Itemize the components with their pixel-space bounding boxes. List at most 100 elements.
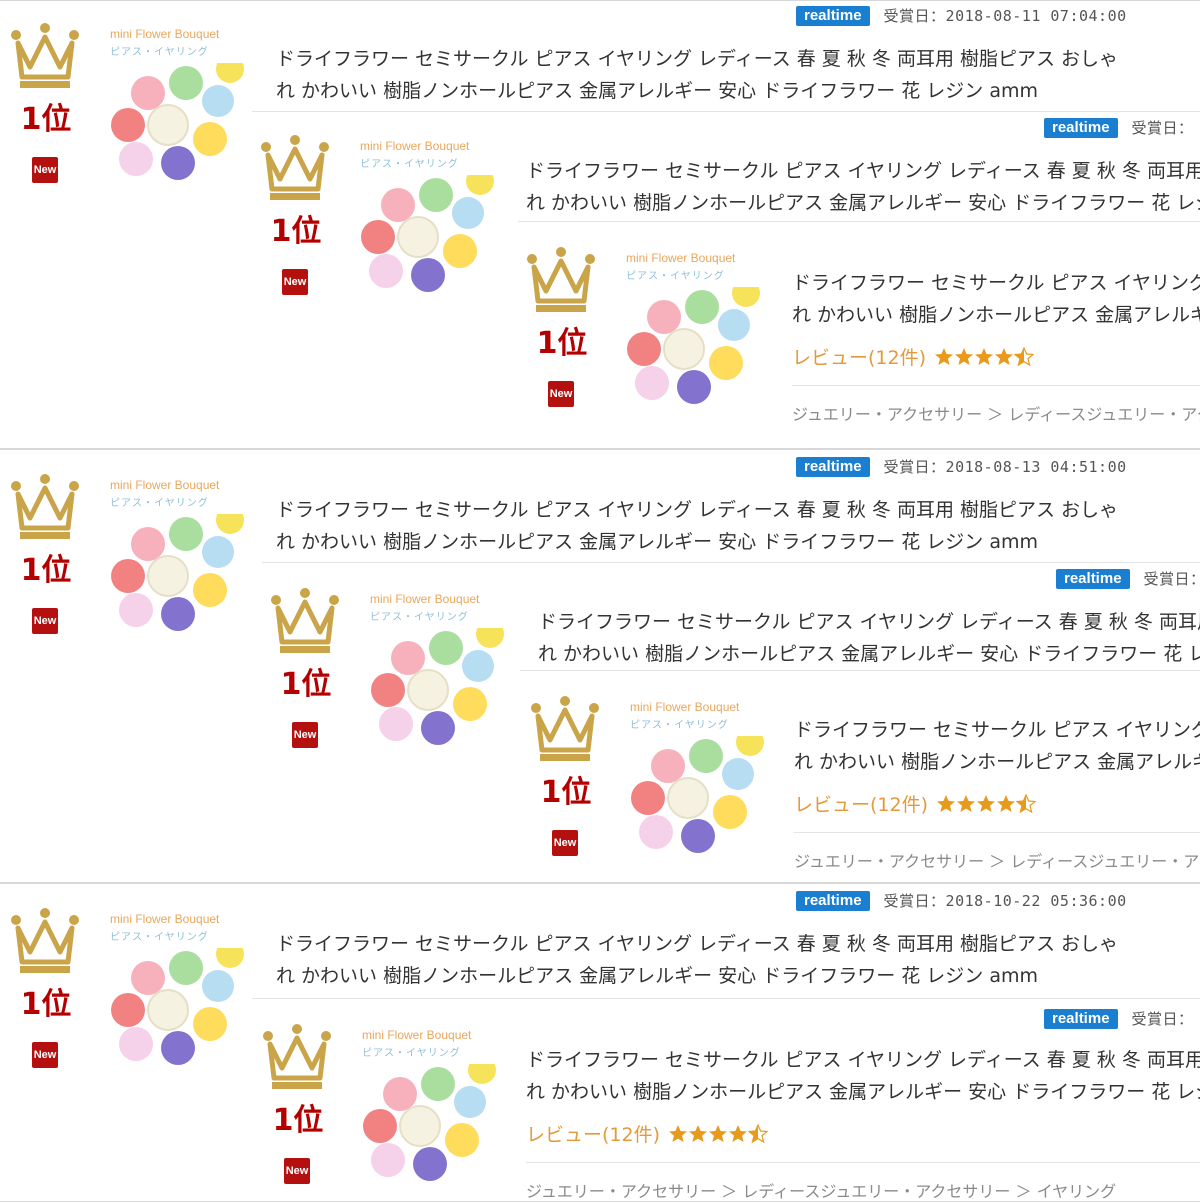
realtime-badge: realtime — [796, 456, 870, 477]
rank-label: 1位 — [270, 214, 322, 249]
crown-icon — [526, 247, 596, 317]
half-star-icon — [1014, 347, 1034, 367]
thumbnail-subtitle: ピアス・イヤリング — [362, 1048, 461, 1059]
category-breadcrumb[interactable]: ジュエリー・アクセサリー ＞ レディースジュエリー・アクセサリー ＞ イヤリング — [794, 848, 1200, 872]
rank-label: 1位 — [272, 1103, 324, 1138]
crown-icon — [10, 474, 80, 544]
product-title-link[interactable]: ドライフラワー セミサークル ピアス イヤリング レディース 春 夏 秋 冬 両… — [276, 43, 1176, 107]
product-thumbnail[interactable]: mini Flower Bouquet ピアス・イヤリング — [366, 588, 516, 748]
thumbnail-subtitle: ピアス・イヤリング — [110, 932, 209, 943]
product-title-line2: れ かわいい 樹脂ノンホールピアス 金属アレルギー 安心 ドライフラワー 花 レ… — [526, 192, 1200, 214]
product-title-line1: ドライフラワー セミサークル ピアス イヤリング レディース 春 夏 秋 冬 両… — [792, 272, 1200, 294]
product-title-line1: ドライフラワー セミサークル ピアス イヤリング レディース 春 夏 秋 冬 両… — [526, 160, 1200, 182]
new-badge: New — [284, 1158, 310, 1184]
rank-label: 1位 — [280, 667, 332, 702]
category-breadcrumb[interactable]: ジュエリー・アクセサリー ＞ レディースジュエリー・アクセサリー ＞ イヤリング — [792, 401, 1200, 425]
product-title-line1: ドライフラワー セミサークル ピアス イヤリング レディース 春 夏 秋 冬 両… — [794, 719, 1200, 741]
crown-icon — [10, 23, 80, 93]
thumbnail-subtitle: ピアス・イヤリング — [370, 612, 469, 623]
crown-icon — [10, 908, 80, 978]
flower-earrings-image — [106, 63, 256, 183]
thumbnail-subtitle: ピアス・イヤリング — [630, 720, 729, 731]
award-panel-3: 1位 New mini Flower Bouquet ピアス・イヤリング rea… — [0, 883, 1200, 1202]
rating-stars — [934, 347, 1034, 367]
thumbnail-title: mini Flower Bouquet — [362, 1028, 472, 1042]
flower-earrings-image — [106, 948, 256, 1068]
award-meta: realtime 受賞日： — [1044, 1008, 1194, 1029]
thumbnail-subtitle: ピアス・イヤリング — [626, 271, 725, 282]
review-count-link[interactable]: レビュー(12件) — [794, 790, 928, 817]
award-date: 受賞日：2018-10-22 05:36:00 — [883, 892, 1127, 910]
new-badge: New — [32, 157, 58, 183]
new-badge: New — [32, 1042, 58, 1068]
product-thumbnail[interactable]: mini Flower Bouquet ピアス・イヤリング — [106, 474, 256, 634]
half-star-icon — [1016, 794, 1036, 814]
realtime-badge: realtime — [1056, 568, 1130, 589]
product-thumbnail[interactable]: mini Flower Bouquet ピアス・イヤリング — [626, 696, 776, 856]
review-summary[interactable]: レビュー(12件) — [794, 790, 1036, 817]
flower-earrings-image — [622, 287, 772, 407]
product-title-link[interactable]: ドライフラワー セミサークル ピアス イヤリング レディース 春 夏 秋 冬 両… — [792, 267, 1200, 331]
crown-icon — [530, 696, 600, 766]
product-thumbnail[interactable]: mini Flower Bouquet ピアス・イヤリング — [358, 1024, 508, 1184]
product-thumbnail[interactable]: mini Flower Bouquet ピアス・イヤリング — [106, 908, 256, 1068]
product-title-link[interactable]: ドライフラワー セミサークル ピアス イヤリング レディース 春 夏 秋 冬 両… — [538, 606, 1200, 670]
star-icon — [956, 794, 976, 814]
divider — [526, 1162, 1200, 1163]
review-count-link[interactable]: レビュー(12件) — [526, 1120, 660, 1147]
star-icon — [708, 1124, 728, 1144]
thumbnail-title: mini Flower Bouquet — [360, 139, 470, 153]
star-icon — [688, 1124, 708, 1144]
product-title-line2: れ かわいい 樹脂ノンホールピアス 金属アレルギー 安心 ドライフラワー 花 レ… — [538, 643, 1200, 665]
star-icon — [954, 347, 974, 367]
thumbnail-title: mini Flower Bouquet — [626, 251, 736, 265]
product-title-link[interactable]: ドライフラワー セミサークル ピアス イヤリング レディース 春 夏 秋 冬 両… — [526, 155, 1200, 219]
rank-label: 1位 — [20, 987, 72, 1022]
product-title-link[interactable]: ドライフラワー セミサークル ピアス イヤリング レディース 春 夏 秋 冬 両… — [526, 1044, 1200, 1108]
review-count-link[interactable]: レビュー(12件) — [792, 343, 926, 370]
product-title-line2: れ かわいい 樹脂ノンホールピアス 金属アレルギー 安心 ドライフラワー 花 レ… — [794, 751, 1200, 773]
award-panel-1: 1位 New mini Flower Bouquet ピアス・イヤリング rea… — [0, 0, 1200, 449]
rating-stars — [668, 1124, 768, 1144]
thumbnail-title: mini Flower Bouquet — [630, 700, 740, 714]
product-thumbnail[interactable]: mini Flower Bouquet ピアス・イヤリング — [106, 23, 256, 183]
review-summary[interactable]: レビュー(12件) — [526, 1120, 768, 1147]
rating-stars — [936, 794, 1036, 814]
star-icon — [996, 794, 1016, 814]
award-panel-2: 1位 New mini Flower Bouquet ピアス・イヤリング rea… — [0, 449, 1200, 883]
review-summary[interactable]: レビュー(12件) — [792, 343, 1034, 370]
realtime-badge: realtime — [796, 890, 870, 911]
product-title-link[interactable]: ドライフラワー セミサークル ピアス イヤリング レディース 春 夏 秋 冬 両… — [276, 494, 1176, 558]
divider — [520, 670, 1200, 671]
star-icon — [668, 1124, 688, 1144]
divider — [792, 385, 1200, 386]
product-title-link[interactable]: ドライフラワー セミサークル ピアス イヤリング レディース 春 夏 秋 冬 両… — [794, 714, 1200, 778]
thumbnail-subtitle: ピアス・イヤリング — [110, 498, 209, 509]
category-breadcrumb[interactable]: ジュエリー・アクセサリー ＞ レディースジュエリー・アクセサリー ＞ イヤリング — [526, 1178, 1116, 1201]
award-meta: realtime 受賞日：2018-10-22 05:36:00 — [796, 890, 1127, 911]
flower-earrings-image — [106, 514, 256, 634]
divider — [518, 221, 1200, 222]
divider — [252, 998, 1200, 999]
product-title-line2: れ かわいい 樹脂ノンホールピアス 金属アレルギー 安心 ドライフラワー 花 レ… — [526, 1081, 1200, 1103]
star-icon — [934, 347, 954, 367]
thumbnail-subtitle: ピアス・イヤリング — [360, 159, 459, 170]
product-title-line1: ドライフラワー セミサークル ピアス イヤリング レディース 春 夏 秋 冬 両… — [276, 933, 1119, 955]
flower-earrings-image — [358, 1064, 508, 1184]
product-thumbnail[interactable]: mini Flower Bouquet ピアス・イヤリング — [356, 135, 506, 295]
award-date: 受賞日： — [1131, 119, 1194, 137]
half-star-icon — [748, 1124, 768, 1144]
rank-label: 1位 — [536, 326, 588, 361]
star-icon — [994, 347, 1014, 367]
star-icon — [976, 794, 996, 814]
new-badge: New — [548, 381, 574, 407]
product-title-link[interactable]: ドライフラワー セミサークル ピアス イヤリング レディース 春 夏 秋 冬 両… — [276, 928, 1176, 992]
flower-earrings-image — [366, 628, 516, 748]
thumbnail-subtitle: ピアス・イヤリング — [110, 47, 209, 58]
new-badge: New — [32, 608, 58, 634]
product-title-line1: ドライフラワー セミサークル ピアス イヤリング レディース 春 夏 秋 冬 両… — [526, 1049, 1200, 1071]
product-title-line1: ドライフラワー セミサークル ピアス イヤリング レディース 春 夏 秋 冬 両… — [276, 48, 1119, 70]
product-thumbnail[interactable]: mini Flower Bouquet ピアス・イヤリング — [622, 247, 772, 407]
crown-icon — [270, 588, 340, 658]
divider — [794, 832, 1200, 833]
